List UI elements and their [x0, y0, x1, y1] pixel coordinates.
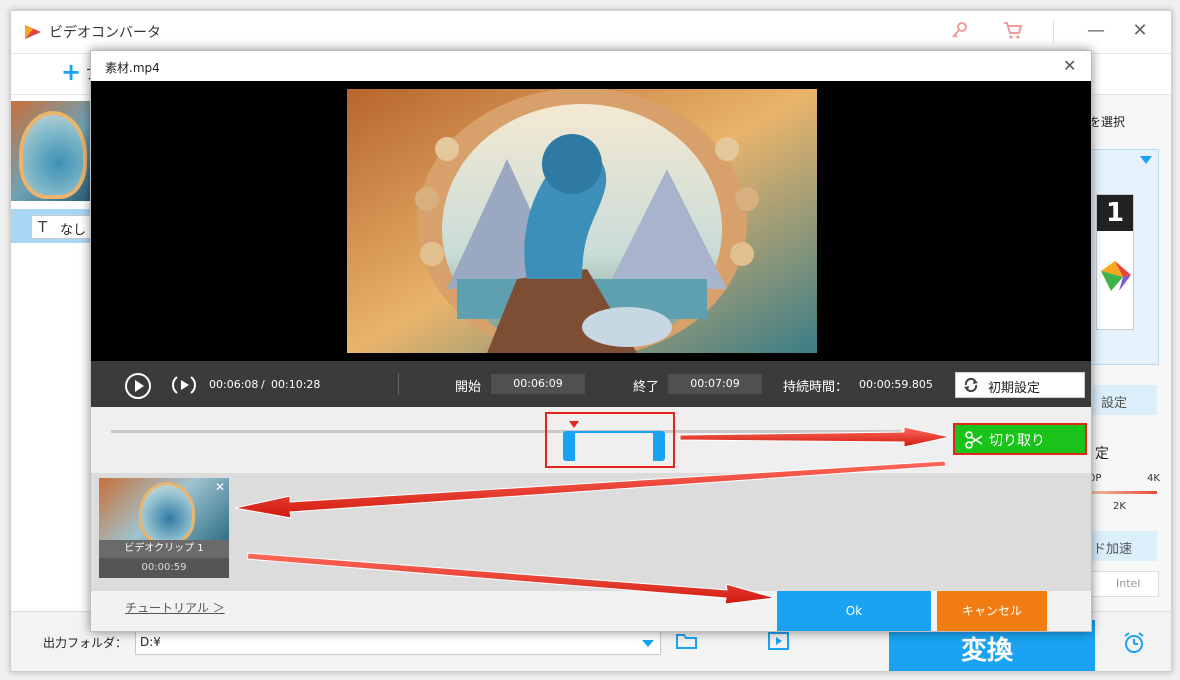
file-list-panel: T なし: [11, 95, 93, 615]
duration-value: 00:00:59.805: [859, 378, 933, 391]
trim-dialog: 素材.mp4 ✕ 00:06:08 / 00:10:28 開始 00:06:09…: [90, 50, 1092, 632]
hw-accel-button[interactable]: ド加速: [1089, 531, 1157, 561]
reset-button[interactable]: 初期設定: [955, 372, 1085, 398]
clip-remove-icon[interactable]: ✕: [215, 480, 225, 494]
settings-panel: を選択 1 設定 定 0P 4K 2K ド加速 Intel: [1089, 95, 1171, 615]
settings-button[interactable]: 設定: [1089, 385, 1157, 415]
output-format-card[interactable]: 1: [1089, 149, 1159, 365]
app-title: ビデオコンバータ: [49, 25, 161, 41]
annotation-highlight-box: [545, 412, 675, 468]
close-window-button[interactable]: ✕: [1125, 19, 1155, 43]
dialog-header: 素材.mp4 ✕: [91, 51, 1091, 81]
key-icon[interactable]: [949, 19, 971, 41]
trim-timeline: 切り取り: [91, 407, 1091, 473]
app-logo-icon: [25, 25, 41, 39]
title-divider: [1053, 19, 1054, 43]
current-time: 00:06:08: [209, 378, 259, 391]
start-time-input[interactable]: 00:06:09: [491, 374, 585, 394]
end-time-input[interactable]: 00:07:09: [668, 374, 762, 394]
timeline-track[interactable]: [111, 430, 901, 433]
cancel-button[interactable]: キャンセル: [937, 591, 1047, 631]
intel-toggle[interactable]: Intel: [1089, 571, 1159, 597]
clip-thumbnail: [99, 478, 229, 544]
output-folder-label: 出力フォルダ：: [43, 636, 128, 650]
text-icon: T: [38, 218, 48, 236]
output-folder-input[interactable]: D:¥: [135, 631, 661, 655]
quality-mid-label: 2K: [1113, 501, 1126, 512]
alarm-clock-icon[interactable]: [1121, 630, 1147, 656]
next-frame-button[interactable]: [171, 373, 197, 397]
quality-high-label: 4K: [1147, 473, 1160, 484]
duration-label: 持続時間：: [783, 380, 849, 395]
subtitle-row: T なし: [11, 209, 93, 243]
end-label: 終了: [633, 380, 660, 395]
play-button[interactable]: [125, 373, 151, 399]
folder-open-icon[interactable]: [675, 630, 699, 652]
add-file-icon[interactable]: +: [61, 58, 81, 86]
format-icon: 1: [1096, 194, 1134, 330]
play-icon: [135, 380, 144, 392]
chevron-down-icon[interactable]: [642, 640, 654, 647]
cut-button[interactable]: 切り取り: [953, 423, 1087, 455]
clip-list: ✕ ビデオクリップ 1 00:00:59: [91, 473, 1091, 591]
video-preview[interactable]: [91, 81, 1091, 361]
scissors-icon: [965, 431, 983, 449]
subtitle-select[interactable]: T なし: [31, 215, 93, 239]
title-bar: ビデオコンバータ — ✕: [11, 11, 1171, 54]
dialog-close-button[interactable]: ✕: [1063, 56, 1076, 75]
playback-controls: 00:06:08 / 00:10:28 開始 00:06:09 終了 00:07…: [91, 361, 1091, 407]
quality-slider[interactable]: [1089, 491, 1157, 494]
video-folder-icon[interactable]: [767, 630, 791, 652]
ok-button[interactable]: Ok: [777, 591, 931, 631]
clip-item[interactable]: ✕ ビデオクリップ 1 00:00:59: [99, 478, 229, 578]
start-label: 開始: [455, 380, 482, 395]
clip-name: ビデオクリップ 1: [99, 540, 229, 558]
controls-divider: [398, 373, 399, 395]
subtitle-value: なし: [60, 223, 87, 238]
dialog-footer: チュートリアル ＞ Ok キャンセル: [91, 591, 1091, 631]
time-separator: /: [261, 378, 265, 391]
reset-icon: [964, 377, 978, 393]
tutorial-link[interactable]: チュートリアル ＞: [125, 599, 225, 616]
file-thumbnail[interactable]: [11, 101, 91, 201]
minimize-button[interactable]: —: [1081, 19, 1111, 43]
clip-duration: 00:00:59: [99, 558, 229, 578]
dialog-title: 素材.mp4: [105, 61, 160, 75]
quality-label: 定: [1095, 446, 1109, 462]
cart-icon[interactable]: [1001, 19, 1023, 41]
output-format-label: を選択: [1089, 115, 1126, 129]
video-frame: [347, 89, 817, 353]
total-time: 00:10:28: [271, 378, 321, 391]
chevron-down-icon[interactable]: [1140, 156, 1152, 164]
